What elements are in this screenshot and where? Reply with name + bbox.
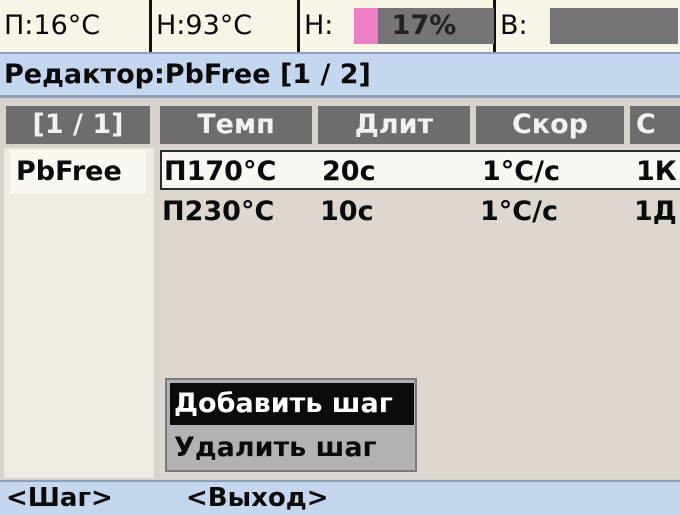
step-temp: П230°C xyxy=(162,196,275,227)
step-temp: П170°C xyxy=(164,156,277,187)
temp-top-readout: Н:93°C xyxy=(152,0,300,52)
header-rate: Скор xyxy=(476,106,624,144)
step-row[interactable]: П170°C 20с 1°C/с 1К xyxy=(160,150,680,190)
heater-power-bar: 17% xyxy=(354,8,494,44)
step-c: 1Д xyxy=(634,196,677,227)
b-bar xyxy=(550,8,678,44)
profile-item[interactable]: PbFree xyxy=(10,150,146,194)
exit-softkey[interactable]: <Выход> xyxy=(186,482,329,515)
temp-bottom-readout: П:16°C xyxy=(0,0,152,52)
b-label: В: xyxy=(500,10,528,41)
step-softkey[interactable]: <Шаг> xyxy=(6,482,113,515)
profile-list xyxy=(4,148,154,478)
status-bar: П:16°C Н:93°C Н: 17% В: xyxy=(0,0,680,52)
step-rate: 1°C/с xyxy=(480,196,558,227)
heater-power-percent: 17% xyxy=(391,10,457,41)
delete-step-menu-item[interactable]: Удалить шаг xyxy=(170,427,377,469)
step-duration: 10с xyxy=(320,196,374,227)
step-duration: 20с xyxy=(322,156,376,187)
reflow-controller-screen: П:16°C Н:93°C Н: 17% В: Редактор:PbFree … xyxy=(0,0,680,515)
context-menu: Добавить шаг Удалить шаг xyxy=(165,378,417,472)
header-duration: Длит xyxy=(318,106,470,144)
step-row[interactable]: П230°C 10с 1°C/с 1Д xyxy=(160,192,680,232)
header-temp: Темп xyxy=(160,106,312,144)
add-step-menu-item[interactable]: Добавить шаг xyxy=(170,383,414,425)
page-title: Редактор:PbFree [1 / 2] xyxy=(4,59,371,90)
softkey-bar: <Шаг> <Выход> xyxy=(0,480,680,515)
title-bar: Редактор:PbFree [1 / 2] xyxy=(0,52,680,98)
heater-power-label: Н: xyxy=(304,10,334,41)
header-c: С xyxy=(630,106,680,144)
step-rate: 1°C/с xyxy=(482,156,560,187)
header-page-indicator: [1 / 1] xyxy=(6,106,150,144)
step-c: 1К xyxy=(636,156,677,187)
